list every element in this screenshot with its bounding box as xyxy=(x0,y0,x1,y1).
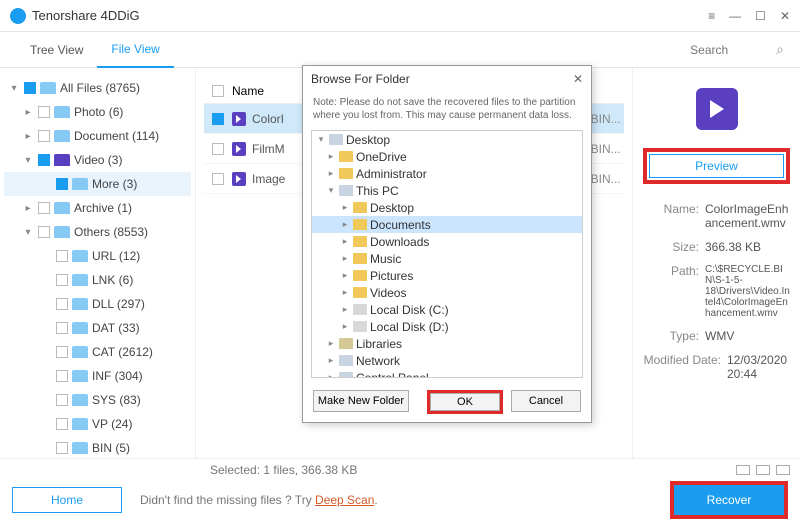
prop-name-v: ColorImageEnhancement.wmv xyxy=(705,202,790,230)
sidebar-item-url[interactable]: URL (12) xyxy=(4,244,191,268)
ok-button[interactable]: OK xyxy=(430,393,500,411)
dialog-titlebar: Browse For Folder ✕ xyxy=(303,66,591,92)
video-icon xyxy=(232,142,246,156)
prop-mod-l: Modified Date: xyxy=(643,353,721,381)
sidebar-item-document[interactable]: ▸Document (114) xyxy=(4,124,191,148)
sidebar-item-archive[interactable]: ▸Archive (1) xyxy=(4,196,191,220)
view-grid-icon[interactable] xyxy=(776,465,790,475)
ft-onedrive[interactable]: ▸OneDrive xyxy=(312,148,582,165)
minimize-icon[interactable]: — xyxy=(729,9,741,23)
dialog-note: Note: Please do not save the recovered f… xyxy=(303,92,591,126)
maximize-icon[interactable]: ☐ xyxy=(755,9,766,23)
close-icon[interactable]: ✕ xyxy=(780,9,790,23)
ft-admin[interactable]: ▸Administrator xyxy=(312,165,582,182)
ft-music[interactable]: ▸Music xyxy=(312,250,582,267)
hint-text: Didn't find the missing files ? Try Deep… xyxy=(140,493,378,507)
recover-button[interactable]: Recover xyxy=(674,485,784,515)
selection-status: Selected: 1 files, 366.38 KB xyxy=(210,463,357,477)
prop-size-l: Size: xyxy=(643,240,699,254)
search-input[interactable] xyxy=(690,43,770,57)
titlebar: Tenorshare 4DDiG ≡ — ☐ ✕ xyxy=(0,0,800,32)
dialog-close-icon[interactable]: ✕ xyxy=(573,72,583,86)
tab-file-view[interactable]: File View xyxy=(97,32,173,68)
view-list-icon[interactable] xyxy=(736,465,750,475)
video-icon xyxy=(232,112,246,126)
ft-control[interactable]: ▸Control Panel xyxy=(312,369,582,378)
deep-scan-link[interactable]: Deep Scan xyxy=(315,493,374,507)
prop-type-l: Type: xyxy=(643,329,699,343)
ft-thispc[interactable]: ▾This PC xyxy=(312,182,582,199)
ft-pc-desktop[interactable]: ▸Desktop xyxy=(312,199,582,216)
menu-icon[interactable]: ≡ xyxy=(708,9,715,23)
dialog-title: Browse For Folder xyxy=(311,72,410,86)
sidebar-item-photo[interactable]: ▸Photo (6) xyxy=(4,100,191,124)
video-icon xyxy=(232,172,246,186)
prop-path-l: Path: xyxy=(643,264,699,319)
sidebar-item-bin[interactable]: BIN (5) xyxy=(4,436,191,458)
ft-desktop[interactable]: ▾Desktop xyxy=(312,131,582,148)
recover-highlight: Recover xyxy=(670,481,788,519)
prop-name-l: Name: xyxy=(643,202,699,230)
row-checkbox[interactable] xyxy=(212,143,224,155)
make-new-folder-button[interactable]: Make New Folder xyxy=(313,390,409,412)
prop-path-v: C:\$RECYCLE.BIN\S-1-5-18\Drivers\Video.I… xyxy=(705,264,790,319)
ft-downloads[interactable]: ▸Downloads xyxy=(312,233,582,250)
sidebar-item-sys[interactable]: SYS (83) xyxy=(4,388,191,412)
sidebar-item-more[interactable]: More (3) xyxy=(4,172,191,196)
ft-diskd[interactable]: ▸Local Disk (D:) xyxy=(312,318,582,335)
preview-highlight: Preview xyxy=(643,148,790,184)
app-logo-icon xyxy=(10,8,26,24)
prop-mod-v: 12/03/2020 20:44 xyxy=(727,353,790,381)
sidebar-item-dll[interactable]: DLL (297) xyxy=(4,292,191,316)
ft-diskc[interactable]: ▸Local Disk (C:) xyxy=(312,301,582,318)
search-box[interactable]: ⌕ xyxy=(690,41,784,58)
ft-pictures[interactable]: ▸Pictures xyxy=(312,267,582,284)
home-button[interactable]: Home xyxy=(12,487,122,513)
sidebar: ▾All Files (8765) ▸Photo (6) ▸Document (… xyxy=(0,68,196,458)
ft-documents[interactable]: ▸Documents xyxy=(312,216,582,233)
col-name[interactable]: Name xyxy=(232,84,264,98)
row-checkbox[interactable] xyxy=(212,113,224,125)
footer: Home Didn't find the missing files ? Try… xyxy=(0,480,800,520)
sidebar-item-vp[interactable]: VP (24) xyxy=(4,412,191,436)
sidebar-item-lnk[interactable]: LNK (6) xyxy=(4,268,191,292)
preview-thumbnail-icon xyxy=(696,88,738,130)
tabs-row: Tree View File View ⌕ xyxy=(0,32,800,68)
sidebar-item-video[interactable]: ▾Video (3) xyxy=(4,148,191,172)
preview-panel: Preview Name:ColorImageEnhancement.wmv S… xyxy=(632,68,800,458)
statusbar: Selected: 1 files, 366.38 KB xyxy=(0,458,800,480)
sidebar-item-allfiles[interactable]: ▾All Files (8765) xyxy=(4,76,191,100)
app-title: Tenorshare 4DDiG xyxy=(32,8,140,23)
preview-button[interactable]: Preview xyxy=(649,154,784,178)
row-checkbox[interactable] xyxy=(212,173,224,185)
sidebar-item-cat[interactable]: CAT (2612) xyxy=(4,340,191,364)
ft-libraries[interactable]: ▸Libraries xyxy=(312,335,582,352)
prop-size-v: 366.38 KB xyxy=(705,240,761,254)
cancel-button[interactable]: Cancel xyxy=(511,390,581,412)
ft-videos[interactable]: ▸Videos xyxy=(312,284,582,301)
select-all-checkbox[interactable] xyxy=(212,85,224,97)
prop-type-v: WMV xyxy=(705,329,734,343)
ok-highlight: OK xyxy=(427,390,503,414)
view-detail-icon[interactable] xyxy=(756,465,770,475)
folder-tree[interactable]: ▾Desktop ▸OneDrive ▸Administrator ▾This … xyxy=(311,130,583,378)
ft-network[interactable]: ▸Network xyxy=(312,352,582,369)
search-icon[interactable]: ⌕ xyxy=(776,41,784,58)
browse-folder-dialog: Browse For Folder ✕ Note: Please do not … xyxy=(302,65,592,423)
sidebar-item-inf[interactable]: INF (304) xyxy=(4,364,191,388)
tab-tree-view[interactable]: Tree View xyxy=(16,32,97,68)
sidebar-item-dat[interactable]: DAT (33) xyxy=(4,316,191,340)
sidebar-item-others[interactable]: ▾Others (8553) xyxy=(4,220,191,244)
